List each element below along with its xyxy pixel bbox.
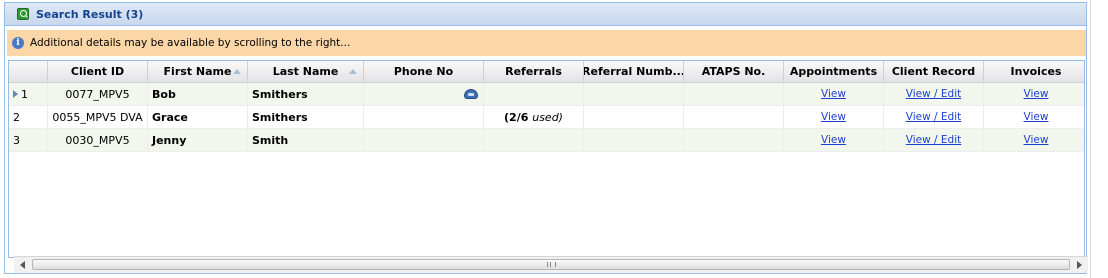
header-referral-number[interactable]: Referral Numb... xyxy=(584,61,684,82)
info-icon: i xyxy=(12,37,24,49)
cell-client-record: View / Edit xyxy=(884,129,984,151)
cell-last-name: Smithers xyxy=(248,83,364,105)
cell-invoices: View xyxy=(984,129,1084,151)
table-row[interactable]: 2 0055_MPV5 DVA Grace Smithers (2/6 used… xyxy=(9,106,1084,129)
table-row[interactable]: 3 0030_MPV5 Jenny Smith View View / Edit… xyxy=(9,129,1084,152)
cell-referral-number xyxy=(584,129,684,151)
cell-referral-number xyxy=(584,83,684,105)
row-number: 3 xyxy=(9,129,48,151)
scroll-right-icon[interactable] xyxy=(1077,261,1082,269)
header-client-record[interactable]: Client Record xyxy=(884,61,984,82)
grid-body: 1 0077_MPV5 Bob Smithers View View / Edi… xyxy=(9,83,1084,152)
view-edit-client-record-link[interactable]: View / Edit xyxy=(906,111,961,123)
cell-phone-no xyxy=(364,106,484,128)
scroll-thumb[interactable] xyxy=(32,259,1070,270)
cell-appointments: View xyxy=(784,83,884,105)
header-invoices[interactable]: Invoices xyxy=(984,61,1084,82)
sort-asc-icon xyxy=(233,69,241,74)
results-grid: Client ID First Name Last Name Phone No … xyxy=(8,60,1085,258)
view-appointments-link[interactable]: View xyxy=(821,88,846,100)
header-phone-no[interactable]: Phone No xyxy=(364,61,484,82)
scroll-left-icon[interactable] xyxy=(20,261,25,269)
referrals-used-note: used) xyxy=(532,110,563,124)
view-invoices-link[interactable]: View xyxy=(1024,111,1049,123)
header-rownum xyxy=(9,61,48,82)
phone-icon[interactable] xyxy=(464,89,478,99)
cell-phone-no xyxy=(364,129,484,151)
header-last-name[interactable]: Last Name xyxy=(248,61,364,82)
view-edit-client-record-link[interactable]: View / Edit xyxy=(906,134,961,146)
page-scroll-gutter xyxy=(1090,0,1108,278)
cell-ataps-no xyxy=(684,83,784,105)
cell-first-name: Bob xyxy=(148,83,248,105)
cell-referrals: (2/6 used) xyxy=(484,106,584,128)
cell-invoices: View xyxy=(984,83,1084,105)
sort-asc-icon xyxy=(349,69,357,74)
header-client-id[interactable]: Client ID xyxy=(48,61,148,82)
table-row[interactable]: 1 0077_MPV5 Bob Smithers View View / Edi… xyxy=(9,83,1084,106)
grip-icon xyxy=(547,262,556,267)
header-appointments[interactable]: Appointments xyxy=(784,61,884,82)
search-result-icon xyxy=(17,8,29,20)
view-invoices-link[interactable]: View xyxy=(1024,134,1049,146)
row-number: 2 xyxy=(9,106,48,128)
row-number: 1 xyxy=(9,83,48,105)
panel-header: Search Result (3) xyxy=(5,3,1086,26)
cell-referrals xyxy=(484,83,584,105)
view-appointments-link[interactable]: View xyxy=(821,134,846,146)
cell-client-id: 0055_MPV5 DVA xyxy=(48,106,148,128)
cell-last-name: Smith xyxy=(248,129,364,151)
cell-ataps-no xyxy=(684,129,784,151)
cell-appointments: View xyxy=(784,106,884,128)
cell-first-name: Jenny xyxy=(148,129,248,151)
info-bar: i Additional details may be available by… xyxy=(7,30,1086,56)
grid-header: Client ID First Name Last Name Phone No … xyxy=(9,61,1084,83)
cell-referrals xyxy=(484,129,584,151)
view-invoices-link[interactable]: View xyxy=(1024,88,1049,100)
cell-first-name: Grace xyxy=(148,106,248,128)
cell-invoices: View xyxy=(984,106,1084,128)
cell-client-id: 0077_MPV5 xyxy=(48,83,148,105)
cell-ataps-no xyxy=(684,106,784,128)
cell-referral-number xyxy=(584,106,684,128)
referrals-count: (2/6 xyxy=(504,110,529,124)
view-appointments-link[interactable]: View xyxy=(821,111,846,123)
header-first-name[interactable]: First Name xyxy=(148,61,248,82)
cell-client-record: View / Edit xyxy=(884,106,984,128)
panel-title: Search Result (3) xyxy=(36,7,144,21)
cell-appointments: View xyxy=(784,129,884,151)
view-edit-client-record-link[interactable]: View / Edit xyxy=(906,88,961,100)
cell-client-record: View / Edit xyxy=(884,83,984,105)
info-text: Additional details may be available by s… xyxy=(30,37,351,49)
row-selected-icon xyxy=(13,90,18,98)
header-ataps-no[interactable]: ATAPS No. xyxy=(684,61,784,82)
cell-last-name: Smithers xyxy=(248,106,364,128)
horizontal-scrollbar[interactable] xyxy=(14,256,1088,273)
cell-phone-no xyxy=(364,83,484,105)
cell-client-id: 0030_MPV5 xyxy=(48,129,148,151)
header-referrals[interactable]: Referrals xyxy=(484,61,584,82)
search-result-panel: Search Result (3) i Additional details m… xyxy=(4,2,1088,274)
